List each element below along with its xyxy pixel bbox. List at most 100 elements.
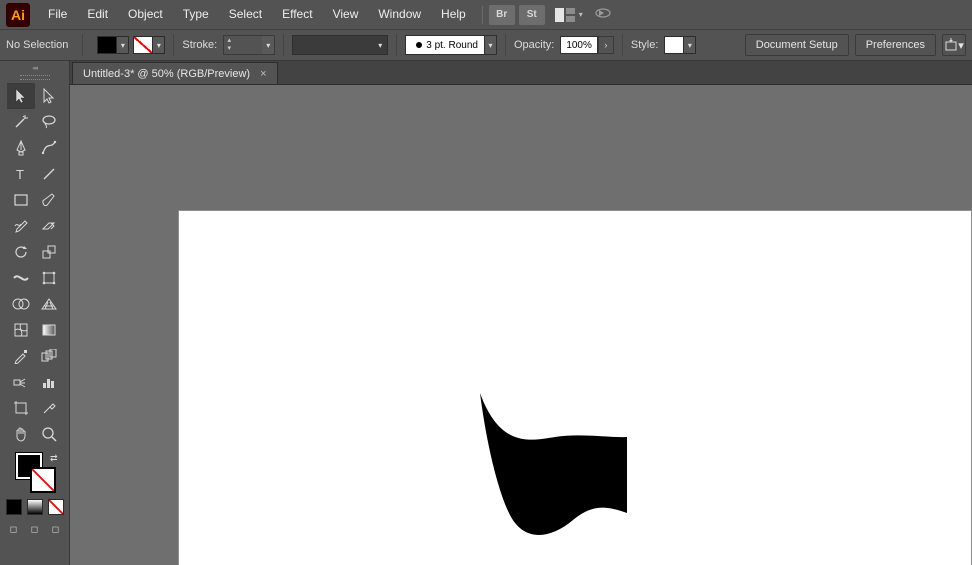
rotate-tool[interactable]	[7, 239, 35, 265]
variable-width-profile[interactable]: ▾	[292, 35, 388, 55]
width-tool[interactable]	[7, 265, 35, 291]
spin-up-icon[interactable]: ▴	[224, 37, 234, 45]
brush-dropdown-icon[interactable]: ▾	[485, 35, 497, 55]
draw-behind-icon[interactable]: ◻	[27, 521, 43, 537]
close-icon[interactable]: ×	[260, 68, 266, 80]
divider	[82, 34, 83, 56]
color-mode-row	[6, 499, 64, 515]
divider	[505, 34, 506, 56]
chevron-down-icon: ▾	[958, 39, 964, 52]
hand-tool[interactable]	[7, 421, 35, 447]
app-logo: Ai	[6, 3, 30, 27]
curvature-tool[interactable]	[35, 135, 63, 161]
pen-tool[interactable]	[7, 135, 35, 161]
document-setup-button[interactable]: Document Setup	[745, 34, 849, 56]
divider	[173, 34, 174, 56]
color-solid-icon[interactable]	[6, 499, 22, 515]
artboard-tool[interactable]	[7, 395, 35, 421]
perspective-grid-tool[interactable]	[35, 291, 63, 317]
opacity-value[interactable]: 100%	[560, 36, 598, 54]
tool-panel: T ⇄	[0, 61, 70, 565]
paintbrush-tool[interactable]	[35, 187, 63, 213]
fill-dropdown-icon[interactable]: ▾	[117, 36, 129, 54]
menu-separator	[482, 6, 483, 24]
magic-wand-tool[interactable]	[7, 109, 35, 135]
document-area: Untitled-3* @ 50% (RGB/Preview) ×	[70, 61, 972, 565]
draw-inside-icon[interactable]: ◻	[48, 521, 64, 537]
menu-window[interactable]: Window	[368, 0, 431, 29]
stroke-weight-dropdown-icon[interactable]: ▾	[262, 36, 274, 54]
opacity-label: Opacity:	[514, 39, 554, 51]
menu-object[interactable]: Object	[118, 0, 173, 29]
mesh-tool[interactable]	[7, 317, 35, 343]
color-none-icon[interactable]	[48, 499, 64, 515]
style-dropdown-icon[interactable]: ▾	[684, 36, 696, 54]
panel-collapse-icon[interactable]	[0, 61, 70, 75]
stock-button[interactable]: St	[519, 5, 545, 25]
shape-builder-tool[interactable]	[7, 291, 35, 317]
menu-effect[interactable]: Effect	[272, 0, 322, 29]
bridge-button[interactable]: Br	[489, 5, 515, 25]
zoom-tool[interactable]	[35, 421, 63, 447]
direct-selection-tool[interactable]	[35, 83, 63, 109]
stroke-weight-field[interactable]: ▴▾ ▾	[223, 35, 275, 55]
color-gradient-icon[interactable]	[27, 499, 43, 515]
selection-status: No Selection	[6, 39, 68, 51]
eyedropper-tool[interactable]	[7, 343, 35, 369]
rectangle-tool[interactable]	[7, 187, 35, 213]
lasso-tool[interactable]	[35, 109, 63, 135]
brush-profile-label: 3 pt. Round	[426, 40, 478, 51]
style-label: Style:	[631, 39, 659, 51]
menu-select[interactable]: Select	[219, 0, 272, 29]
menu-edit[interactable]: Edit	[77, 0, 118, 29]
stroke-swatch-group[interactable]: ▾	[133, 36, 165, 54]
arrange-documents-icon[interactable]: ▾	[555, 8, 583, 22]
draw-mode-row: ◻ ◻ ◻	[6, 521, 64, 537]
canvas[interactable]	[70, 85, 972, 565]
fill-stroke-control[interactable]: ⇄	[12, 453, 58, 493]
brush-definition[interactable]: 3 pt. Round	[405, 35, 485, 55]
workspace: T ⇄	[0, 61, 972, 565]
preferences-button[interactable]: Preferences	[855, 34, 936, 56]
blend-tool[interactable]	[35, 343, 63, 369]
menu-help[interactable]: Help	[431, 0, 476, 29]
chevron-down-icon: ▾	[579, 10, 583, 19]
selection-tool[interactable]	[7, 83, 35, 109]
menu-bar: Ai File Edit Object Type Select Effect V…	[0, 0, 972, 29]
eraser-tool[interactable]	[35, 213, 63, 239]
stroke-label: Stroke:	[182, 39, 217, 51]
draw-normal-icon[interactable]: ◻	[6, 521, 22, 537]
symbol-sprayer-tool[interactable]	[7, 369, 35, 395]
stroke-dropdown-icon[interactable]: ▾	[153, 36, 165, 54]
slice-tool[interactable]	[35, 395, 63, 421]
line-segment-tool[interactable]	[35, 161, 63, 187]
vw-dropdown-icon[interactable]: ▾	[373, 36, 387, 54]
swap-fill-stroke-icon[interactable]: ⇄	[50, 453, 58, 464]
brush-profile-icon	[416, 42, 422, 48]
column-graph-tool[interactable]	[35, 369, 63, 395]
stroke-box[interactable]	[30, 467, 56, 493]
document-tab-title: Untitled-3* @ 50% (RGB/Preview)	[83, 68, 250, 80]
free-transform-tool[interactable]	[35, 265, 63, 291]
align-to-icon[interactable]: ▾	[942, 34, 966, 56]
divider	[283, 34, 284, 56]
fill-swatch-group[interactable]: ▾	[97, 36, 129, 54]
stroke-weight-input[interactable]	[236, 39, 262, 51]
style-swatch[interactable]	[664, 36, 684, 54]
fill-swatch[interactable]	[97, 36, 117, 54]
panel-grip[interactable]	[20, 75, 50, 80]
artwork-shape	[475, 393, 631, 543]
document-tab[interactable]: Untitled-3* @ 50% (RGB/Preview) ×	[72, 62, 278, 84]
sync-settings-icon[interactable]	[593, 5, 613, 24]
divider	[396, 34, 397, 56]
stroke-swatch[interactable]	[133, 36, 153, 54]
type-tool[interactable]: T	[7, 161, 35, 187]
gradient-tool[interactable]	[35, 317, 63, 343]
menu-type[interactable]: Type	[173, 0, 219, 29]
menu-file[interactable]: File	[38, 0, 77, 29]
scale-tool[interactable]	[35, 239, 63, 265]
spin-down-icon[interactable]: ▾	[224, 45, 234, 53]
menu-view[interactable]: View	[323, 0, 369, 29]
shaper-tool[interactable]	[7, 213, 35, 239]
opacity-step-button[interactable]: ›	[598, 36, 614, 54]
